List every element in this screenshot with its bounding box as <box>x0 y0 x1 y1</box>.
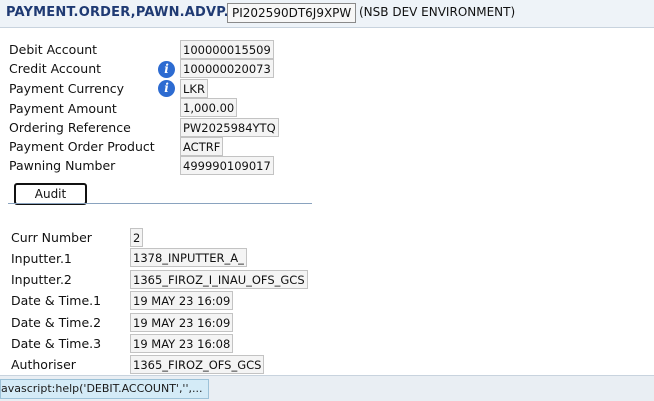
payment-order-product-value[interactable]: ACTRF <box>180 137 224 156</box>
section-divider <box>8 203 312 204</box>
authoriser-value[interactable]: 1365_FIROZ_OFS_GCS <box>130 355 265 374</box>
date-time-2-value[interactable]: 19 MAY 23 16:09 <box>130 313 234 332</box>
date-time-3-value[interactable]: 19 MAY 23 16:08 <box>130 334 234 353</box>
record-id-field[interactable]: PI202590DT6J9XPW <box>227 3 357 23</box>
payment-currency-label: Payment Currency <box>9 81 125 96</box>
payment-amount-label: Payment Amount <box>9 101 117 116</box>
date-time-1-label: Date & Time.1 <box>11 293 102 308</box>
inputter-1-label: Inputter.1 <box>11 251 72 266</box>
ordering-reference-value[interactable]: PW2025984YTQ <box>180 118 279 137</box>
credit-account-label: Credit Account <box>9 61 102 76</box>
pawning-number-value[interactable]: 499990109017 <box>180 156 274 175</box>
date-time-1-value[interactable]: 19 MAY 23 16:09 <box>130 291 234 310</box>
inputter-1-value[interactable]: 1378_INPUTTER_A_ <box>130 248 247 267</box>
debit-account-value[interactable]: 100000015509 <box>180 40 274 59</box>
info-icon[interactable]: i <box>158 61 175 78</box>
curr-number-label: Curr Number <box>11 230 92 245</box>
pawning-number-label: Pawning Number <box>9 158 116 173</box>
record-content: Debit Account 100000015509 Credit Accoun… <box>0 30 654 375</box>
status-bar: avascript:help('DEBIT.ACCOUNT','',... <box>0 375 654 401</box>
info-icon[interactable]: i <box>158 80 175 97</box>
ordering-reference-label: Ordering Reference <box>9 120 131 135</box>
header-bar: PAYMENT.ORDER,PAWN.ADVP.NSB PI202590DT6J… <box>0 0 654 28</box>
inputter-2-label: Inputter.2 <box>11 272 72 287</box>
payment-amount-value[interactable]: 1,000.00 <box>180 98 238 117</box>
payment-order-product-label: Payment Order Product <box>9 139 155 154</box>
debit-account-label: Debit Account <box>9 42 98 57</box>
application-title: PAYMENT.ORDER,PAWN.ADVP.NSB <box>6 5 260 20</box>
inputter-2-value[interactable]: 1365_FIROZ_I_INAU_OFS_GCS <box>130 270 308 289</box>
date-time-3-label: Date & Time.3 <box>11 336 102 351</box>
status-link-preview: avascript:help('DEBIT.ACCOUNT','',... <box>0 379 210 399</box>
credit-account-value[interactable]: 100000020073 <box>180 59 274 78</box>
environment-label: (NSB DEV ENVIRONMENT) <box>359 5 516 19</box>
date-time-2-label: Date & Time.2 <box>11 315 102 330</box>
curr-number-value[interactable]: 2 <box>130 228 144 247</box>
authoriser-label: Authoriser <box>11 357 76 372</box>
payment-currency-value[interactable]: LKR <box>180 79 208 98</box>
audit-tab-button[interactable]: Audit <box>14 183 87 205</box>
